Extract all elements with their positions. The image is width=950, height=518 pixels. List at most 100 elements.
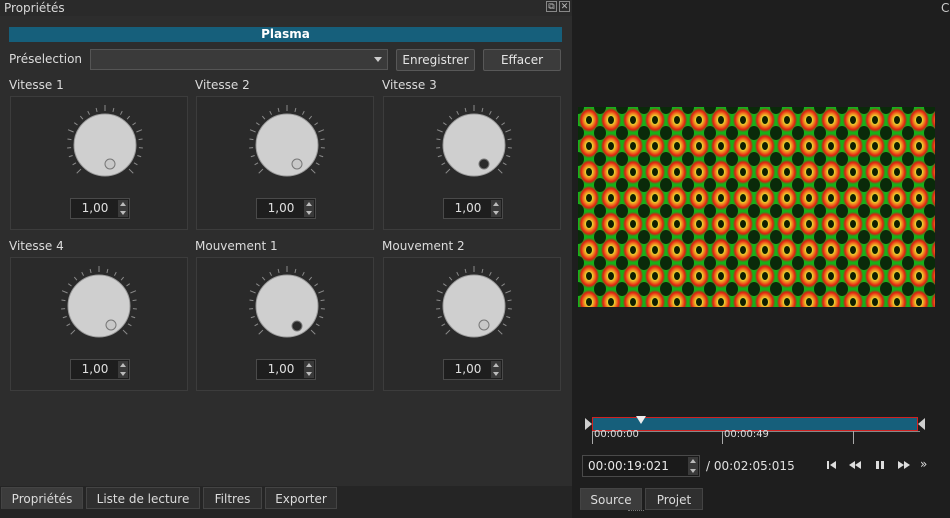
spin-buttons[interactable] (304, 200, 314, 217)
knob-tick (255, 122, 260, 126)
knob-tick (89, 268, 92, 274)
playhead-icon[interactable] (635, 416, 646, 424)
spin-down-icon[interactable] (120, 211, 126, 215)
knob-tick (72, 162, 77, 166)
knob-tick (76, 168, 82, 174)
knob-tick (314, 122, 319, 126)
fast-forward-icon[interactable] (897, 459, 911, 471)
knob-tick (437, 155, 442, 158)
knob-tick (269, 271, 273, 276)
knob-indicator (478, 319, 490, 331)
knob-tick (261, 276, 266, 281)
knob-tick (130, 290, 137, 294)
preset-select[interactable] (90, 49, 388, 70)
knob-dial[interactable] (434, 266, 514, 346)
spin-down-icon[interactable] (306, 372, 312, 376)
knob-tick (67, 129, 74, 133)
position-timecode[interactable]: 00:00:19:021 (582, 455, 700, 477)
knob-tick (138, 138, 143, 141)
knob-dial[interactable] (247, 266, 327, 346)
resize-grip-icon[interactable] (628, 510, 644, 514)
tab-source[interactable]: Source (580, 488, 642, 510)
spin-down-icon[interactable] (120, 372, 126, 376)
spin-buttons[interactable] (118, 361, 128, 378)
in-point-marker-icon[interactable] (585, 418, 592, 430)
tab-playlist[interactable]: Liste de lecture (86, 487, 200, 509)
param-label: Vitesse 3 (382, 78, 437, 92)
knob-tick (128, 168, 134, 174)
pause-icon[interactable] (873, 459, 887, 471)
spin-up-icon[interactable] (120, 363, 126, 367)
knob-dial[interactable] (59, 266, 139, 346)
value-spinbox[interactable]: 1,00 (443, 359, 503, 380)
knob-tick (456, 110, 460, 115)
tab-project[interactable]: Projet (645, 488, 703, 510)
spin-up-icon[interactable] (690, 459, 696, 463)
spin-up-icon[interactable] (493, 363, 499, 367)
close-icon[interactable]: ✕ (559, 1, 570, 12)
knob-tick (255, 283, 260, 287)
out-point-marker-icon[interactable] (918, 418, 925, 430)
preset-label: Préselection (9, 52, 83, 66)
spin-down-icon[interactable] (493, 372, 499, 376)
knob-tick (250, 155, 255, 158)
knob-dial[interactable] (247, 105, 327, 185)
knob-tick (464, 107, 467, 113)
ruler-label-start: 00:00:00 (594, 429, 639, 440)
param-label: Mouvement 1 (195, 239, 278, 253)
param-group-motion-1: 1,00 (196, 257, 374, 391)
ruler-label-mid: 00:00:49 (724, 429, 769, 440)
knob-tick (277, 107, 280, 113)
detach-icon[interactable]: ⧉ (546, 1, 557, 12)
value-spinbox[interactable]: 1,00 (70, 359, 130, 380)
timeline-ruler[interactable]: 00:00:00 00:00:49 (585, 416, 925, 446)
rewind-icon[interactable] (848, 459, 862, 471)
spin-buttons[interactable] (118, 200, 128, 217)
spin-buttons[interactable] (491, 361, 501, 378)
tab-properties[interactable]: Propriétés (1, 487, 83, 509)
knob-tick (448, 276, 453, 281)
spinbox-value: 1,00 (81, 362, 109, 376)
knob-tick (488, 110, 492, 115)
value-spinbox[interactable]: 1,00 (70, 198, 130, 219)
knob-tick (120, 276, 125, 281)
dock-title: Propriétés (4, 1, 65, 15)
knob-tick (87, 110, 91, 115)
spin-buttons[interactable] (688, 457, 698, 475)
value-spinbox[interactable]: 1,00 (443, 198, 503, 219)
knob-tick (436, 129, 443, 133)
skip-start-icon[interactable] (825, 459, 839, 471)
left-tab-bar: Propriétés Liste de lecture Filtres Expo… (0, 486, 572, 518)
save-preset-button[interactable]: Enregistrer (396, 49, 475, 71)
value-spinbox[interactable]: 1,00 (256, 359, 316, 380)
spin-up-icon[interactable] (493, 202, 499, 206)
spin-buttons[interactable] (491, 200, 501, 217)
knob-tick (79, 115, 84, 120)
spin-down-icon[interactable] (493, 211, 499, 215)
spin-up-icon[interactable] (306, 363, 312, 367)
param-label: Vitesse 4 (9, 239, 64, 253)
tab-filters[interactable]: Filtres (203, 487, 262, 509)
knob-tick (497, 329, 503, 335)
value-spinbox[interactable]: 1,00 (256, 198, 316, 219)
knob-tick (505, 290, 512, 294)
spin-down-icon[interactable] (306, 211, 312, 215)
knob-tick (249, 299, 254, 302)
knob-tick (318, 290, 325, 294)
knob-dial[interactable] (65, 105, 145, 185)
spin-up-icon[interactable] (120, 202, 126, 206)
delete-preset-button[interactable]: Effacer (483, 49, 561, 71)
more-icon[interactable]: » (920, 457, 927, 471)
knob-tick (315, 162, 320, 166)
knob-tick (119, 110, 123, 115)
knob-tick (437, 316, 442, 319)
knob-tick (136, 129, 143, 133)
spin-buttons[interactable] (304, 361, 314, 378)
tab-export[interactable]: Exporter (265, 487, 337, 509)
knob-tick (254, 323, 259, 327)
param-group-speed-3: 1,00 (383, 96, 561, 230)
spin-down-icon[interactable] (690, 469, 696, 473)
knob-tick (320, 299, 325, 302)
spin-up-icon[interactable] (306, 202, 312, 206)
knob-dial[interactable] (434, 105, 514, 185)
